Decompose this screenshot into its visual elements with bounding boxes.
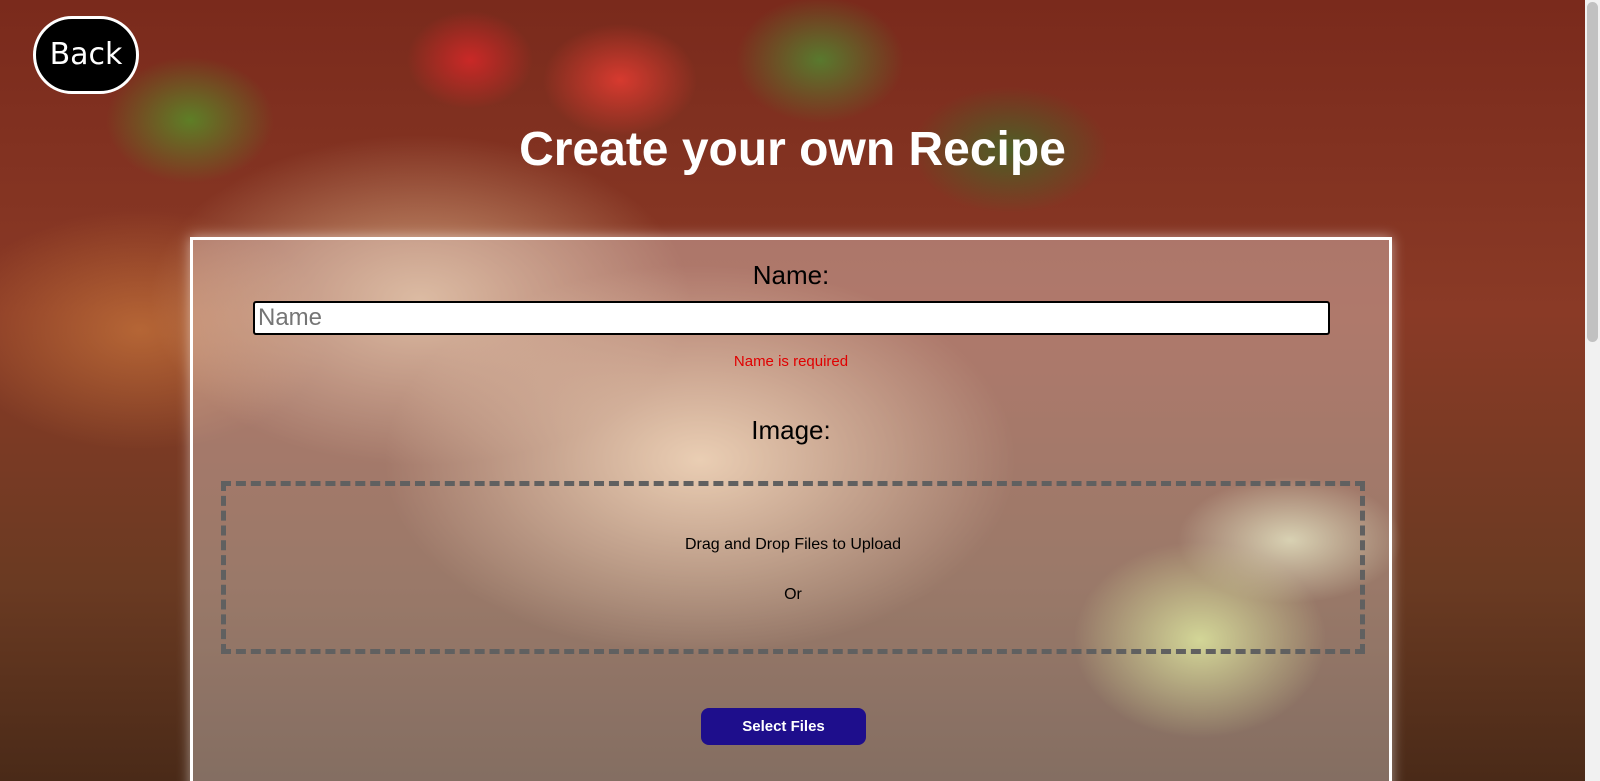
image-label: Image: — [751, 415, 831, 445]
drop-zone-or-text: Or — [784, 586, 802, 603]
select-files-button[interactable]: Select Files — [701, 708, 866, 745]
page-scrollbar[interactable] — [1585, 0, 1600, 781]
page-title: Create your own Recipe — [519, 123, 1066, 176]
drop-zone-instruction: Drag and Drop Files to Upload — [684, 536, 902, 553]
name-error-message: Name is required — [733, 353, 849, 370]
name-input[interactable] — [253, 301, 1330, 335]
back-button[interactable]: Back — [33, 16, 139, 94]
file-drop-zone[interactable]: Drag and Drop Files to Upload Or — [221, 481, 1365, 654]
scrollbar-thumb[interactable] — [1587, 2, 1598, 342]
name-label: Name: — [752, 260, 830, 290]
recipe-form-card: Name: Name is required Image: Drag and D… — [190, 237, 1392, 781]
